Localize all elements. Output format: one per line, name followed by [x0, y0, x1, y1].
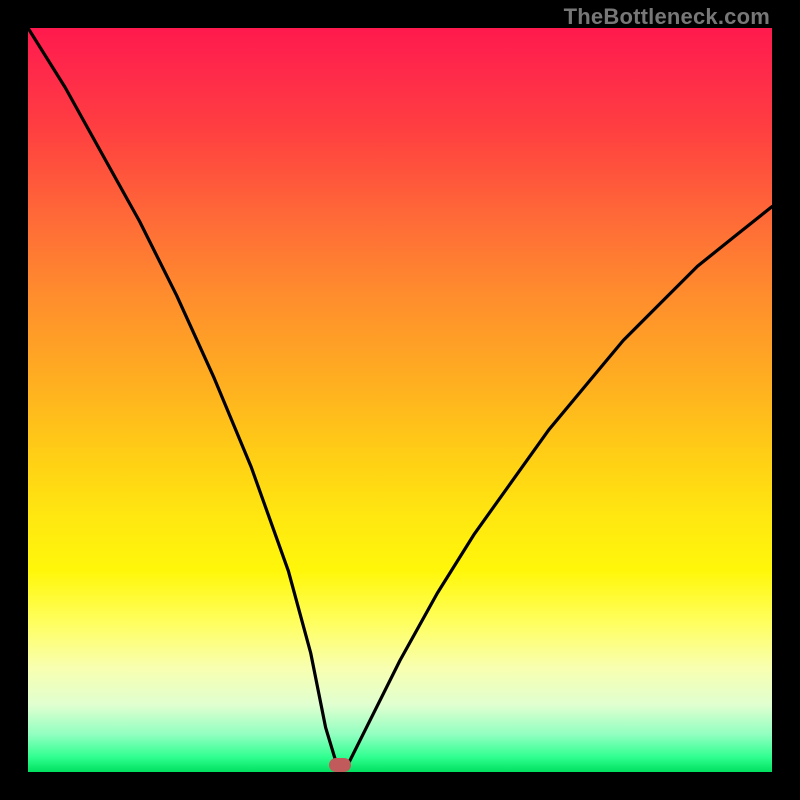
bottleneck-curve	[0, 0, 800, 800]
optimal-point-marker	[329, 758, 351, 772]
watermark-text: TheBottleneck.com	[564, 4, 770, 30]
chart-frame: TheBottleneck.com	[0, 0, 800, 800]
